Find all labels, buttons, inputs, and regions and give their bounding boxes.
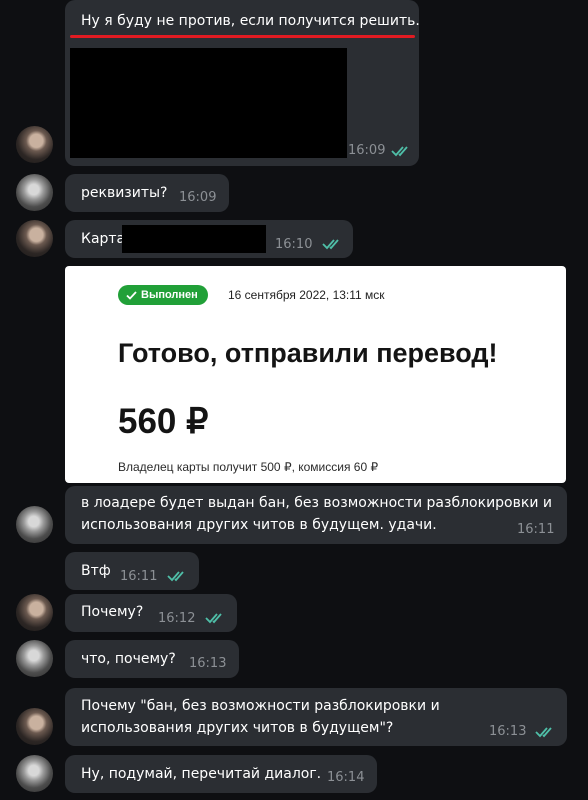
avatar[interactable]	[16, 755, 53, 792]
message-bubble-outgoing[interactable]: Почему? 16:12	[65, 594, 237, 632]
message-bubble-incoming[interactable]: в лоадере будет выдан бан, без возможнос…	[65, 486, 567, 544]
avatar[interactable]	[16, 174, 53, 211]
avatar[interactable]	[16, 126, 53, 163]
red-underline	[70, 35, 415, 38]
double-check-icon	[391, 146, 408, 157]
double-check-icon	[535, 727, 552, 738]
double-check-icon	[322, 239, 339, 250]
avatar[interactable]	[16, 506, 53, 543]
message-time: 16:14	[327, 770, 365, 785]
message-bubble-outgoing[interactable]: Почему "бан, без возможности разблокиров…	[65, 688, 567, 746]
message-bubble-outgoing[interactable]: Ну я буду не против, если получится реши…	[65, 0, 420, 166]
message-bubble-outgoing[interactable]: Втф 16:11	[65, 552, 199, 590]
message-text: реквизиты?	[81, 185, 168, 201]
message-text: Карта	[81, 231, 126, 247]
message-time: 16:13	[489, 724, 527, 739]
message-text: что, почему?	[81, 651, 176, 667]
message-time: 16:12	[158, 611, 196, 626]
message-text: Ну, подумай, перечитай диалог.	[81, 766, 322, 782]
message-time: 16:09	[348, 143, 386, 158]
message-bubble-incoming[interactable]: что, почему? 16:13	[65, 640, 239, 678]
message-text: Почему?	[81, 604, 144, 620]
message-time: 16:13	[189, 656, 227, 671]
redacted-card-number	[122, 225, 266, 253]
avatar[interactable]	[16, 708, 53, 745]
message-text-line: Почему "бан, без возможности разблокиров…	[81, 698, 440, 714]
receipt-title: Готово, отправили перевод!	[118, 338, 498, 368]
avatar[interactable]	[16, 220, 53, 257]
check-icon	[126, 290, 137, 300]
message-text-line: использования других читов в будущем"?	[81, 720, 394, 736]
message-time: 16:09	[179, 190, 217, 205]
status-label: Выполнен	[141, 289, 198, 301]
message-text-line: использования других читов в будущем. уд…	[81, 517, 437, 533]
receipt-note: Владелец карты получит 500 ₽, комиссия 6…	[118, 460, 379, 474]
message-text: Втф	[81, 563, 111, 579]
message-bubble-incoming[interactable]: Ну, подумай, перечитай диалог. 16:14	[65, 755, 377, 793]
receipt-amount: 560 ₽	[118, 402, 209, 441]
message-time: 16:10	[275, 237, 313, 252]
double-check-icon	[205, 613, 222, 624]
message-time: 16:11	[517, 522, 555, 537]
double-check-icon	[167, 571, 184, 582]
receipt-date: 16 сентября 2022, 13:11 мск	[228, 288, 385, 302]
redacted-image	[70, 48, 347, 158]
avatar[interactable]	[16, 640, 53, 677]
message-text: Ну я буду не против, если получится реши…	[81, 13, 420, 29]
message-bubble-incoming[interactable]: реквизиты? 16:09	[65, 174, 229, 212]
avatar[interactable]	[16, 594, 53, 631]
message-text-line: в лоадере будет выдан бан, без возможнос…	[81, 495, 552, 511]
message-time: 16:11	[120, 569, 158, 584]
transfer-receipt-image[interactable]: Выполнен 16 сентября 2022, 13:11 мск Гот…	[65, 266, 566, 483]
message-bubble-outgoing[interactable]: Карта 16:10	[65, 220, 353, 258]
status-badge: Выполнен	[118, 285, 208, 305]
